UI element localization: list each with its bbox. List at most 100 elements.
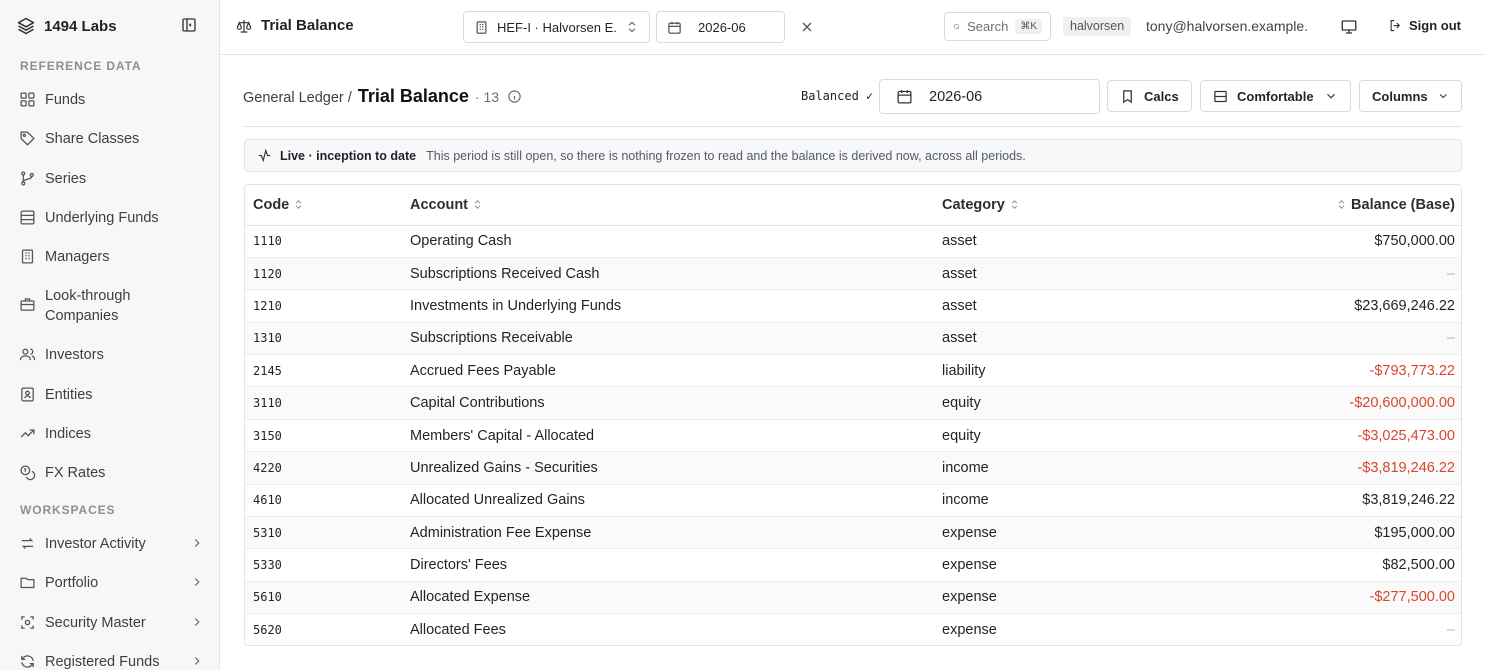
cell-balance: -$793,773.22 bbox=[1134, 354, 1461, 388]
breadcrumb-parent[interactable]: General Ledger / bbox=[243, 90, 352, 106]
column-header-code[interactable]: Code bbox=[245, 185, 402, 226]
column-header-account[interactable]: Account bbox=[402, 185, 934, 226]
cell-balance: $3,819,246.22 bbox=[1134, 484, 1461, 518]
cell-account: Investments in Underlying Funds bbox=[402, 289, 934, 323]
period-value: 2026-06 bbox=[929, 88, 983, 105]
header-divider bbox=[243, 126, 1462, 127]
table-row[interactable]: 1210 Investments in Underlying Funds asset… bbox=[245, 289, 1461, 323]
table-row[interactable]: 5620 Allocated Fees expense – bbox=[245, 614, 1461, 645]
monitor-icon[interactable] bbox=[1340, 18, 1358, 36]
cell-balance: -$3,025,473.00 bbox=[1134, 419, 1461, 453]
table-row[interactable]: 2145 Accrued Fees Payable liability -$793,7… bbox=[245, 354, 1461, 388]
building-icon bbox=[21, 249, 34, 264]
cell-account: Capital Contributions bbox=[402, 386, 934, 420]
column-header-category[interactable]: Category bbox=[934, 185, 1134, 226]
sidebar: 1494 Labs REFERENCE DATA Funds Share Cla… bbox=[0, 0, 220, 670]
scale-icon bbox=[236, 19, 252, 33]
trending-up-icon bbox=[20, 429, 35, 438]
calendar-icon bbox=[668, 21, 681, 34]
info-icon[interactable] bbox=[507, 89, 522, 104]
search-icon bbox=[953, 23, 960, 30]
cell-balance: – bbox=[1134, 257, 1461, 291]
search-button[interactable]: Search ⌘K bbox=[944, 12, 1051, 41]
table-row[interactable]: 1110 Operating Cash asset $750,000.00 bbox=[245, 225, 1461, 258]
chevron-right-icon bbox=[194, 618, 200, 626]
rows-icon bbox=[1214, 90, 1227, 102]
sidebar-item-share-classes[interactable]: Share Classes bbox=[10, 129, 212, 149]
cell-code: 5310 bbox=[245, 516, 402, 550]
table-row[interactable]: 3110 Capital Contributions equity -$20,600,… bbox=[245, 386, 1461, 420]
cell-account: Operating Cash bbox=[402, 225, 934, 258]
sidebar-item-funds[interactable]: Funds bbox=[10, 90, 212, 110]
date-picker[interactable]: 2026-06 bbox=[656, 11, 785, 43]
sidebar-item-underlying-funds[interactable]: Underlying Funds bbox=[10, 208, 212, 228]
sidebar-item-fx-rates[interactable]: FX Rates bbox=[10, 463, 212, 483]
folder-icon bbox=[20, 577, 35, 589]
sidebar-item-look-through-companies[interactable]: Look-through Companies bbox=[10, 286, 212, 326]
calendar-icon bbox=[897, 90, 912, 104]
cell-balance: $750,000.00 bbox=[1134, 225, 1461, 258]
fund-select[interactable]: HEF-I · Halvorsen E... bbox=[463, 11, 650, 43]
cell-category: expense bbox=[934, 548, 1134, 582]
density-select[interactable]: Comfortable bbox=[1200, 80, 1351, 112]
brand[interactable]: 1494 Labs bbox=[16, 14, 117, 38]
cell-account: Accrued Fees Payable bbox=[402, 354, 934, 388]
sidebar-item-security-master[interactable]: Security Master bbox=[10, 613, 212, 633]
sidebar-item-registered-funds[interactable]: Registered Funds bbox=[10, 652, 212, 670]
sidebar-item-investors[interactable]: Investors bbox=[10, 345, 212, 365]
section-label-workspaces: WORKSPACES bbox=[20, 503, 116, 517]
cell-balance: -$3,819,246.22 bbox=[1134, 451, 1461, 485]
cell-account: Members' Capital - Allocated bbox=[402, 419, 934, 453]
table-row[interactable]: 5330 Directors' Fees expense $82,500.00 bbox=[245, 548, 1461, 582]
sidebar-item-portfolio[interactable]: Portfolio bbox=[10, 573, 212, 593]
columns-label: Columns bbox=[1372, 88, 1428, 104]
calcs-label: Calcs bbox=[1144, 88, 1179, 104]
calcs-button[interactable]: Calcs bbox=[1107, 80, 1192, 112]
cell-code: 4220 bbox=[245, 451, 402, 485]
sign-out-button[interactable]: Sign out bbox=[1388, 18, 1461, 33]
column-header-label: Balance (Base) bbox=[1351, 196, 1455, 213]
scan-icon bbox=[21, 616, 34, 629]
table-row[interactable]: 1310 Subscriptions Receivable asset – bbox=[245, 322, 1461, 356]
cell-code: 4610 bbox=[245, 484, 402, 518]
cell-category: income bbox=[934, 484, 1134, 518]
cell-balance: -$277,500.00 bbox=[1134, 581, 1461, 615]
period-picker[interactable]: 2026-06 bbox=[879, 79, 1100, 114]
table-row[interactable]: 4610 Allocated Unrealized Gains income $3,8… bbox=[245, 484, 1461, 518]
table-row[interactable]: 1120 Subscriptions Received Cash asset – bbox=[245, 257, 1461, 291]
keyboard-shortcut: ⌘K bbox=[1015, 19, 1042, 34]
cell-code: 3150 bbox=[245, 419, 402, 453]
column-header-balance[interactable]: Balance (Base) bbox=[1134, 185, 1461, 226]
chevron-down-icon bbox=[1439, 94, 1447, 99]
close-icon[interactable] bbox=[799, 19, 815, 35]
cell-account: Administration Fee Expense bbox=[402, 516, 934, 550]
sidebar-item-label: Series bbox=[45, 171, 87, 187]
column-header-label: Account bbox=[410, 196, 468, 213]
table-row[interactable]: 5610 Allocated Expense expense -$277,500.00 bbox=[245, 581, 1461, 615]
banner-text: This period is still open, so there is n… bbox=[426, 148, 1026, 163]
cell-balance: $82,500.00 bbox=[1134, 548, 1461, 582]
sidebar-item-label: Look-through Companies bbox=[45, 288, 131, 324]
sidebar-item-investor-activity[interactable]: Investor Activity bbox=[10, 534, 212, 554]
topbar-title: Trial Balance bbox=[236, 17, 354, 34]
table-row[interactable]: 5310 Administration Fee Expense expense $19… bbox=[245, 516, 1461, 550]
sidebar-item-series[interactable]: Series bbox=[10, 169, 212, 189]
activity-icon bbox=[258, 148, 271, 163]
sidebar-item-entities[interactable]: Entities bbox=[10, 385, 212, 405]
sidebar-item-indices[interactable]: Indices bbox=[10, 424, 212, 444]
cell-balance: $23,669,246.22 bbox=[1134, 289, 1461, 323]
table-row[interactable]: 3150 Members' Capital - Allocated equity -$… bbox=[245, 419, 1461, 453]
cell-code: 1210 bbox=[245, 289, 402, 323]
table-row[interactable]: 4220 Unrealized Gains - Securities income -… bbox=[245, 451, 1461, 485]
refresh-icon bbox=[21, 655, 34, 668]
cell-category: asset bbox=[934, 322, 1134, 356]
columns-select[interactable]: Columns bbox=[1359, 80, 1462, 112]
sidebar-item-label: Indices bbox=[45, 426, 91, 442]
cell-account: Allocated Unrealized Gains bbox=[402, 484, 934, 518]
cell-balance: $195,000.00 bbox=[1134, 516, 1461, 550]
sidebar-item-label: Share Classes bbox=[45, 131, 140, 147]
sidebar-item-managers[interactable]: Managers bbox=[10, 247, 212, 267]
sidebar-toggle-icon[interactable] bbox=[180, 16, 198, 34]
page-title: Trial Balance bbox=[357, 86, 469, 106]
sort-icon bbox=[1338, 200, 1345, 210]
